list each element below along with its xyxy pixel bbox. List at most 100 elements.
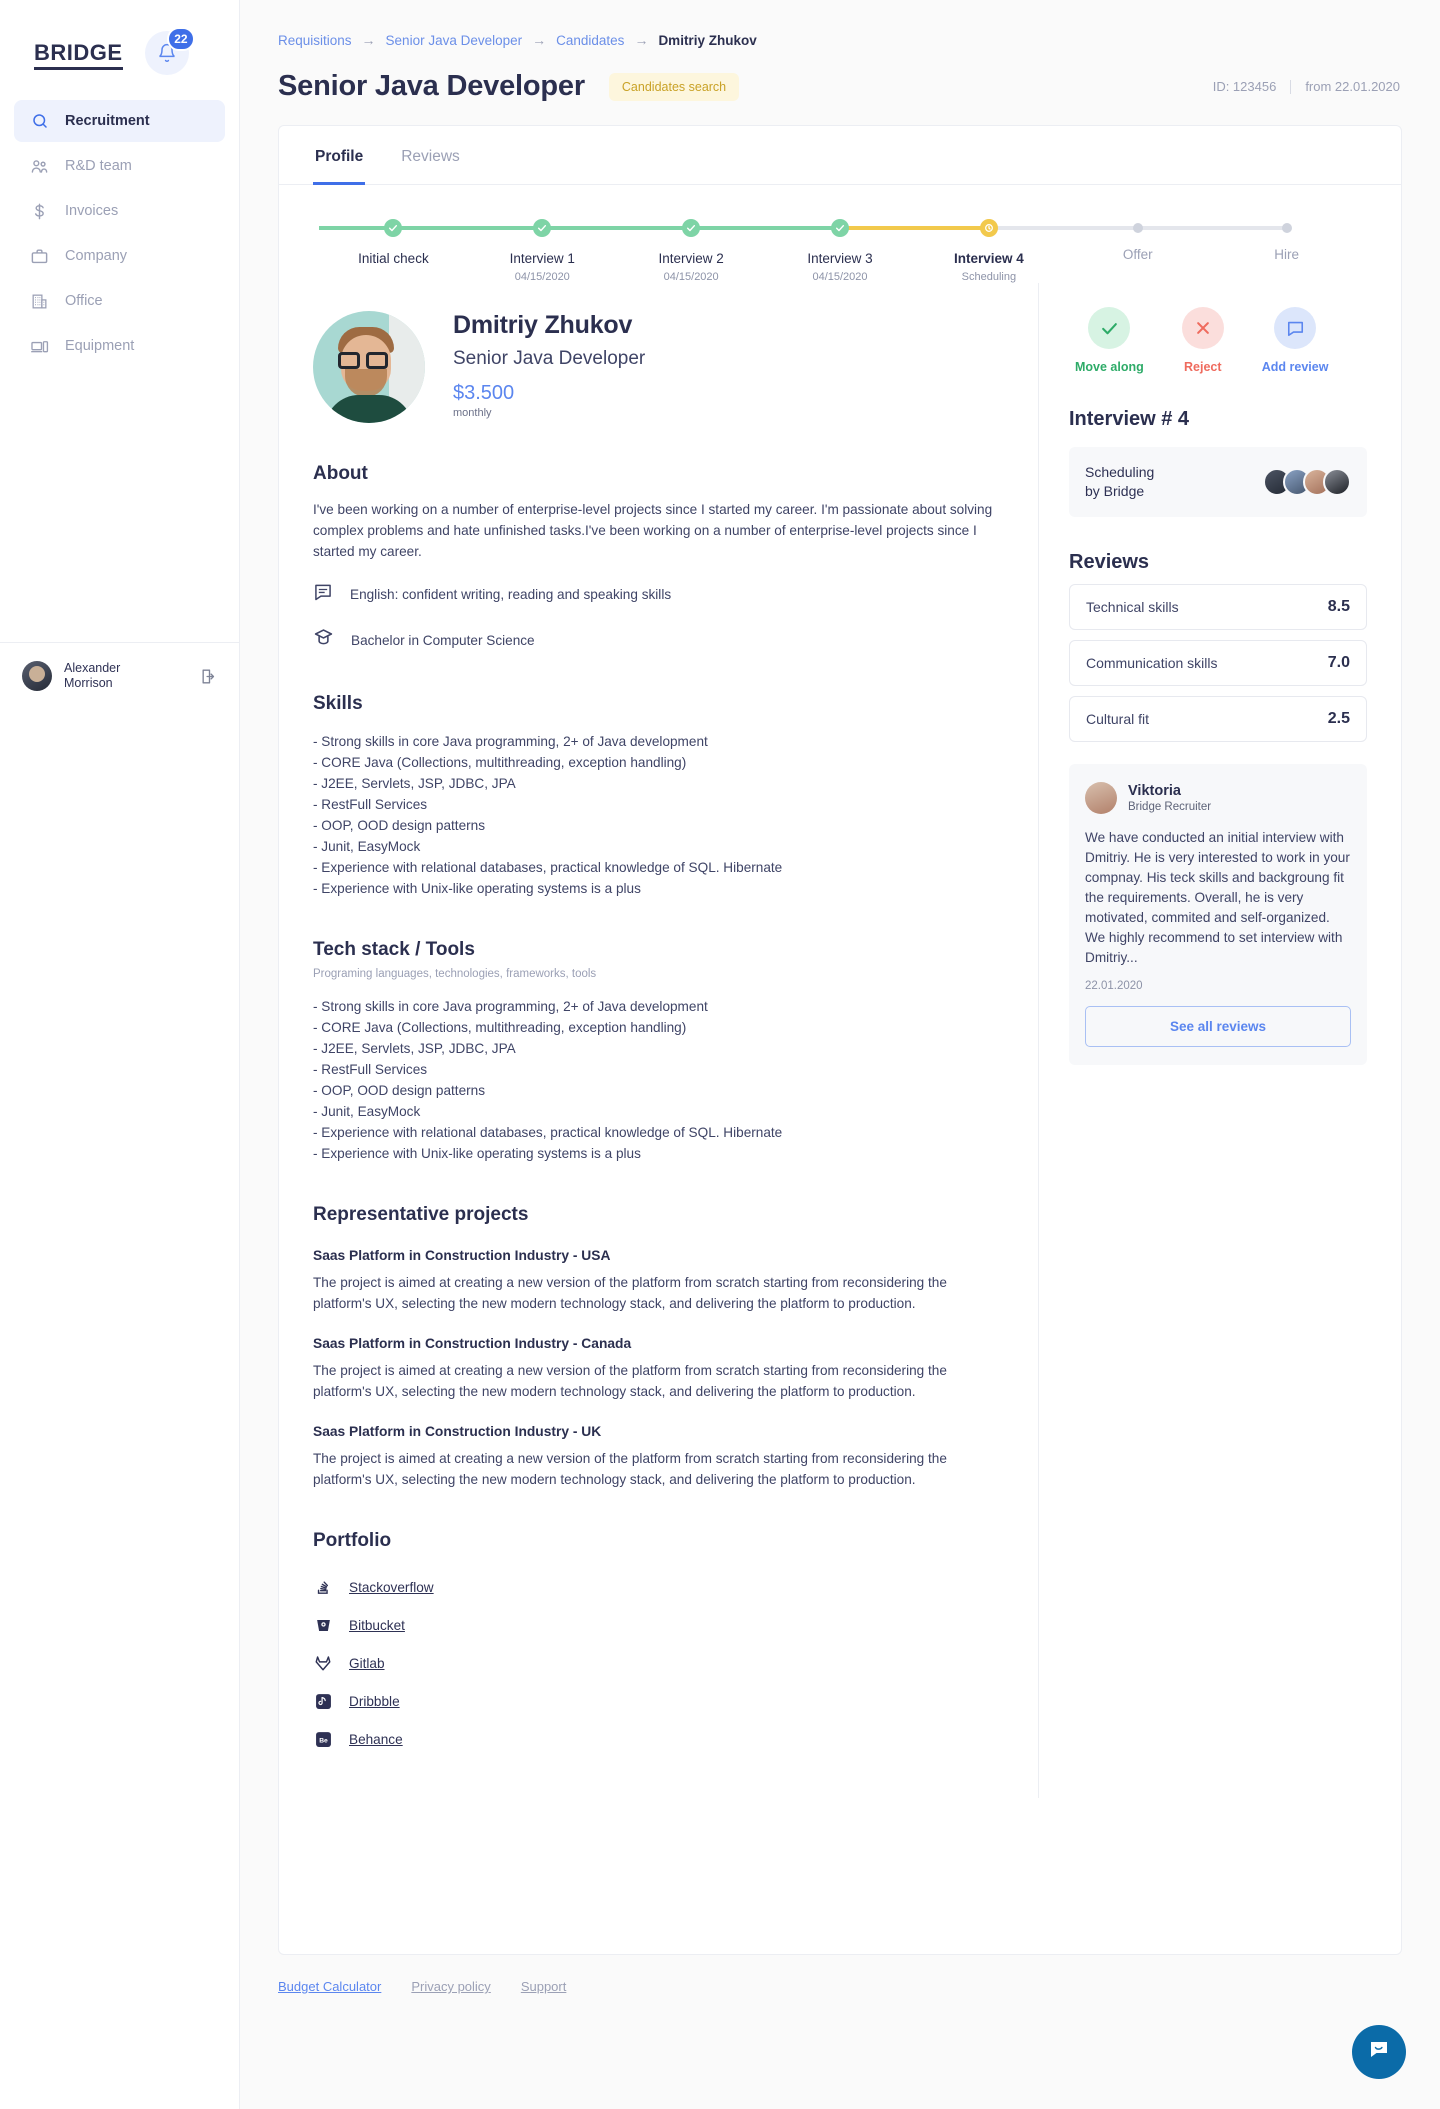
portfolio-item-stackoverflow[interactable]: Stackoverflow: [313, 1568, 1004, 1606]
sidebar-item-label: Invoices: [65, 203, 119, 219]
notification-badge: 22: [167, 27, 195, 51]
skills-heading: Skills: [313, 693, 363, 714]
project-item: Saas Platform in Construction Industry -…: [313, 1336, 1004, 1402]
list-item: - Experience with Unix-like operating sy…: [313, 1146, 641, 1161]
step-bar: [542, 226, 692, 230]
portfolio-item-dribbble[interactable]: Dribbble: [313, 1682, 1004, 1720]
stackoverflow-icon: [313, 1577, 333, 1597]
portfolio-link[interactable]: Dribbble: [349, 1694, 400, 1709]
portfolio-item-behance[interactable]: Be Behance: [313, 1720, 1004, 1758]
list-item: - RestFull Services: [313, 797, 428, 812]
notifications-button[interactable]: 22: [144, 27, 195, 75]
score-label: Technical skills: [1086, 599, 1179, 615]
score-value: 2.5: [1327, 710, 1350, 727]
portfolio-link[interactable]: Gitlab: [349, 1656, 385, 1671]
score-technical-skills: Technical skills 8.5: [1069, 584, 1367, 630]
portfolio-link[interactable]: Bitbucket: [349, 1618, 405, 1633]
sidebar-item-invoices[interactable]: Invoices: [14, 190, 225, 232]
breadcrumb-link-senior-java-developer[interactable]: Senior Java Developer: [386, 33, 523, 48]
footer-link-support[interactable]: Support: [521, 1979, 567, 1994]
avatar: [1085, 782, 1117, 814]
footer-link-budget-calculator[interactable]: Budget Calculator: [278, 1979, 381, 1994]
step-label: Hire: [1274, 247, 1299, 262]
review-card: Viktoria Bridge Recruiter We have conduc…: [1069, 764, 1367, 1065]
candidate-salary: $3.500: [453, 382, 515, 404]
score-label: Cultural fit: [1086, 711, 1150, 727]
step-hire[interactable]: Hire: [1137, 219, 1361, 267]
interview-status-line2: by Bridge: [1085, 483, 1145, 499]
breadcrumb-separator: →: [361, 32, 376, 48]
step-label: Offer: [1122, 247, 1153, 262]
see-all-reviews-button[interactable]: See all reviews: [1085, 1006, 1351, 1047]
step-label: Initial check: [358, 251, 429, 266]
logout-icon[interactable]: [200, 667, 219, 686]
devices-icon: [30, 337, 49, 356]
breadcrumb-link-candidates[interactable]: Candidates: [556, 33, 624, 48]
step-dot-current: [979, 219, 998, 237]
move-along-button[interactable]: Move along: [1075, 307, 1144, 374]
portfolio-item-bitbucket[interactable]: Bitbucket: [313, 1606, 1004, 1644]
tab-reviews[interactable]: Reviews: [399, 126, 462, 185]
list-item: - Junit, EasyMock: [313, 1104, 421, 1119]
portfolio-list: Stackoverflow Bitbucket Gitlab Dribbble …: [313, 1568, 1004, 1758]
reject-button[interactable]: Reject: [1181, 307, 1224, 374]
score-cultural-fit: Cultural fit 2.5: [1069, 696, 1367, 742]
sidebar-user-name: Alexander Morrison: [64, 661, 188, 691]
list-item: - Strong skills in core Java programming…: [313, 734, 708, 749]
project-description: The project is aimed at creating a new v…: [313, 1275, 947, 1311]
sidebar-item-office[interactable]: Office: [14, 280, 225, 322]
breadcrumb-link-requisitions[interactable]: Requisitions: [278, 33, 352, 48]
step-label: Interview 2: [658, 251, 724, 266]
step-dot-future: [1281, 223, 1292, 233]
list-item: - OOP, OOD design patterns: [313, 818, 486, 833]
step-dot-done: [831, 219, 849, 237]
score-value: 8.5: [1327, 598, 1350, 615]
sidebar-item-label: Office: [65, 293, 103, 309]
portfolio-link[interactable]: Behance: [349, 1732, 403, 1747]
list-item: - Experience with relational databases, …: [313, 1125, 783, 1140]
about-text: I've been working on a number of enterpr…: [313, 502, 993, 559]
add-review-button[interactable]: Add review: [1262, 307, 1328, 374]
move-along-label: Move along: [1075, 360, 1144, 374]
comment-icon: [1274, 307, 1317, 349]
breadcrumb-separator: →: [532, 32, 547, 48]
user-last-name: Morrison: [64, 676, 113, 690]
sidebar-item-recruitment[interactable]: Recruitment: [14, 100, 225, 142]
project-item: Saas Platform in Construction Industry -…: [313, 1248, 1004, 1314]
reviews-heading: Reviews: [1069, 551, 1150, 573]
people-icon: [30, 157, 49, 176]
portfolio-item-gitlab[interactable]: Gitlab: [313, 1644, 1004, 1682]
sidebar-user[interactable]: Alexander Morrison: [0, 642, 239, 709]
chat-icon: [1367, 2038, 1391, 2067]
interview-scheduling-box: Scheduling by Bridge: [1069, 447, 1367, 517]
project-title: Saas Platform in Construction Industry -…: [313, 1248, 611, 1263]
list-item: - Experience with Unix-like operating sy…: [313, 881, 641, 896]
page-title: Senior Java Developer: [278, 70, 585, 102]
sidebar: BRIDGE 22 Recruitment R&D team Invoices …: [0, 0, 240, 2109]
attendee-avatars[interactable]: [1263, 468, 1351, 496]
chat-widget-button[interactable]: [1352, 2025, 1406, 2079]
sidebar-item-label: Company: [65, 248, 128, 264]
sidebar-item-company[interactable]: Company: [14, 235, 225, 277]
sidebar-nav: Recruitment R&D team Invoices Company Of…: [0, 100, 239, 370]
candidate-header: Dmitriy Zhukov Senior Java Developer $3.…: [313, 305, 1004, 423]
profile-left-column: Dmitriy Zhukov Senior Java Developer $3.…: [279, 283, 1039, 1798]
dribbble-icon: [313, 1691, 333, 1711]
review-text: We have conducted an initial interview w…: [1085, 830, 1350, 965]
dollar-icon: [30, 202, 49, 221]
tab-profile[interactable]: Profile: [313, 126, 366, 185]
portfolio-link[interactable]: Stackoverflow: [349, 1580, 434, 1595]
bridge-logo[interactable]: BRIDGE: [34, 42, 123, 70]
footer-link-privacy-policy[interactable]: Privacy policy: [411, 1979, 490, 1994]
techstack-list: - Strong skills in core Java programming…: [313, 996, 1004, 1164]
list-item: - CORE Java (Collections, multithreading…: [313, 755, 687, 770]
reject-label: Reject: [1184, 360, 1222, 374]
candidate-salary-period: monthly: [453, 407, 492, 419]
avatar: [22, 661, 52, 691]
list-item: - OOP, OOD design patterns: [313, 1083, 486, 1098]
profile-body: Dmitriy Zhukov Senior Java Developer $3.…: [279, 283, 1401, 1798]
sidebar-item-rd-team[interactable]: R&D team: [14, 145, 225, 187]
sidebar-item-equipment[interactable]: Equipment: [14, 325, 225, 367]
tabs: Profile Reviews: [279, 126, 1401, 185]
